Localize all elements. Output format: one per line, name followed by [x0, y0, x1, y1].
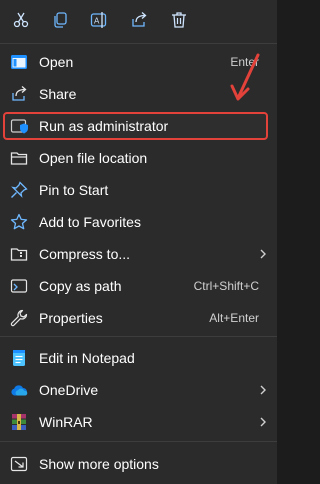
menu-item-add-to-favorites[interactable]: Add to Favorites	[0, 206, 277, 238]
chevron-right-icon	[260, 249, 266, 259]
menu-item-properties[interactable]: Properties Alt+Enter	[0, 302, 277, 334]
app-window-icon	[10, 53, 28, 71]
menu-item-onedrive[interactable]: OneDrive	[0, 374, 277, 406]
svg-text:A: A	[94, 17, 100, 26]
shortcut-text: Alt+Enter	[209, 311, 259, 325]
cut-icon	[13, 12, 29, 28]
menu-item-label: Open file location	[39, 150, 148, 166]
menu-item-label: OneDrive	[39, 382, 99, 398]
share-icon	[132, 12, 147, 27]
share-icon	[10, 85, 28, 103]
menu-item-label: Open	[39, 54, 74, 70]
menu-item-label: Copy as path	[39, 278, 122, 294]
menu-item-label: WinRAR	[39, 414, 93, 430]
menu-item-winrar[interactable]: WinRAR	[0, 406, 277, 438]
menu-item-label: Pin to Start	[39, 182, 109, 198]
menu-item-pin-to-start[interactable]: Pin to Start	[0, 174, 277, 206]
toolbar-divider	[0, 43, 277, 44]
wrench-icon	[10, 309, 28, 327]
menu-item-run-as-administrator[interactable]: Run as administrator	[0, 110, 277, 142]
cut-button[interactable]	[5, 4, 37, 36]
menu-divider	[0, 441, 277, 442]
copy-icon	[54, 12, 67, 28]
rename-button[interactable]: A	[83, 4, 115, 36]
copy-button[interactable]	[44, 4, 76, 36]
rename-icon: A	[90, 12, 107, 28]
annotation-arrow-icon	[230, 53, 260, 101]
menu-item-copy-as-path[interactable]: Copy as path Ctrl+Shift+C	[0, 270, 277, 302]
context-menu: A Open Enter Share Run as administrator …	[0, 0, 277, 484]
more-options-icon	[10, 455, 28, 473]
menu-item-compress-to[interactable]: Compress to...	[0, 238, 277, 270]
pin-icon	[10, 181, 28, 199]
winrar-icon	[10, 413, 28, 431]
notepad-icon	[10, 349, 28, 367]
cloud-icon	[10, 381, 28, 399]
menu-item-label: Properties	[39, 310, 103, 326]
star-icon	[10, 213, 28, 231]
chevron-right-icon	[260, 385, 266, 395]
shield-icon	[10, 117, 28, 135]
menu-item-show-more-options[interactable]: Show more options	[0, 448, 277, 480]
path-icon	[10, 277, 28, 295]
menu-item-open-file-location[interactable]: Open file location	[0, 142, 277, 174]
context-menu-toolbar: A	[0, 0, 277, 42]
archive-folder-icon	[10, 245, 28, 263]
delete-icon	[172, 12, 186, 28]
delete-button[interactable]	[163, 4, 195, 36]
chevron-right-icon	[260, 417, 266, 427]
shortcut-text: Ctrl+Shift+C	[193, 279, 259, 293]
share-toolbar-button[interactable]	[123, 4, 155, 36]
menu-divider	[0, 336, 277, 337]
folder-icon	[10, 149, 28, 167]
menu-item-label: Share	[39, 86, 77, 102]
menu-item-label: Add to Favorites	[39, 214, 141, 230]
menu-item-edit-in-notepad[interactable]: Edit in Notepad	[0, 342, 277, 374]
menu-item-label: Show more options	[39, 456, 159, 472]
menu-item-label: Compress to...	[39, 246, 131, 262]
menu-item-label: Edit in Notepad	[39, 350, 135, 366]
menu-item-label: Run as administrator	[39, 118, 169, 134]
